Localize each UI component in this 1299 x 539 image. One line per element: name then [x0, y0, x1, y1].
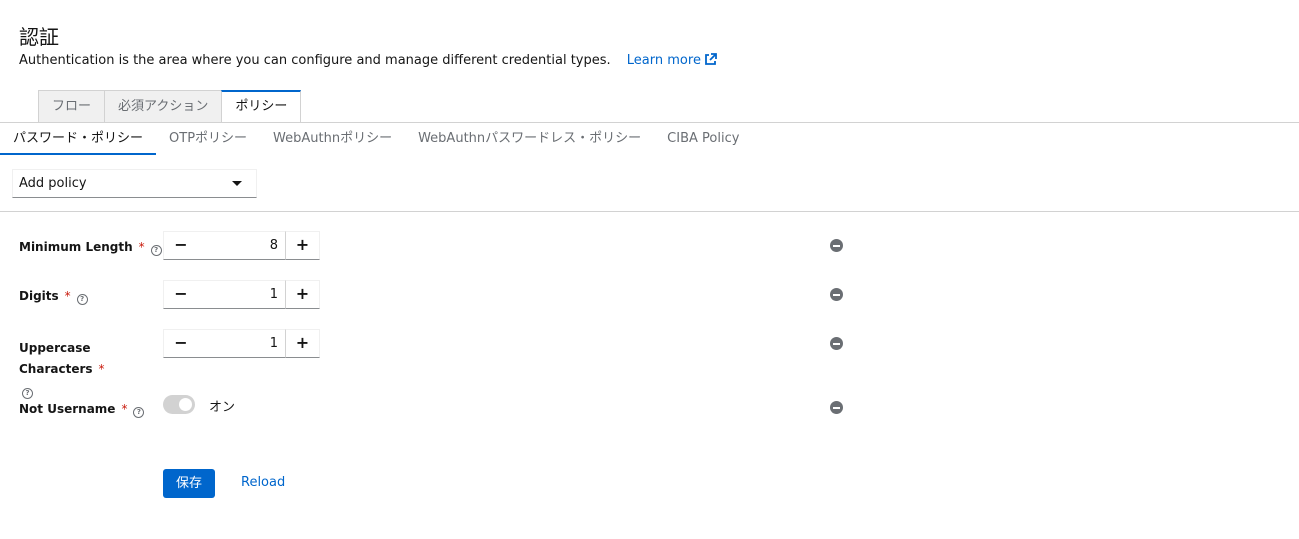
minimum-length-stepper: − 8 +	[163, 231, 320, 260]
tabs-divider	[0, 122, 1299, 123]
description-text: Authentication is the area where you can…	[19, 53, 611, 68]
uppercase-stepper: − 1 +	[163, 329, 320, 358]
minus-button[interactable]: −	[163, 329, 198, 358]
minus-button[interactable]: −	[163, 280, 198, 309]
required-marker: *	[138, 240, 145, 254]
required-marker: *	[64, 289, 71, 303]
minimum-length-input[interactable]: 8	[198, 231, 285, 260]
add-policy-label: Add policy	[19, 176, 87, 191]
remove-policy-icon[interactable]	[830, 239, 843, 252]
minus-button[interactable]: −	[163, 231, 198, 260]
digits-stepper: − 1 +	[163, 280, 320, 309]
toggle-state-label: オン	[209, 400, 236, 415]
page-title: 認証	[19, 25, 59, 49]
toggle-knob	[179, 398, 192, 411]
plus-button[interactable]: +	[285, 329, 320, 358]
not-username-text: Not Username	[19, 402, 116, 416]
digits-text: Digits	[19, 289, 59, 303]
main-tabs: フロー 必須アクション ポリシー	[38, 90, 302, 123]
tab-policies[interactable]: ポリシー	[221, 90, 302, 123]
section-divider	[0, 211, 1299, 212]
learn-more-link[interactable]: Learn more	[627, 53, 717, 68]
page-description: Authentication is the area where you can…	[19, 52, 717, 69]
required-marker: *	[121, 402, 128, 416]
plus-button[interactable]: +	[285, 280, 320, 309]
remove-policy-icon[interactable]	[830, 288, 843, 301]
uppercase-label: Uppercase Characters *?	[19, 338, 159, 401]
not-username-label: Not Username *?	[19, 402, 145, 418]
subtab-otp-policy[interactable]: OTPポリシー	[156, 126, 260, 155]
caret-down-icon	[232, 181, 242, 186]
subtab-ciba-policy[interactable]: CIBA Policy	[654, 126, 752, 155]
tab-required-actions[interactable]: 必須アクション	[104, 90, 222, 122]
remove-policy-icon[interactable]	[830, 401, 843, 414]
learn-more-label: Learn more	[626, 53, 701, 68]
external-link-icon	[705, 53, 717, 65]
subtab-webauthn-policy[interactable]: WebAuthnポリシー	[260, 126, 405, 155]
digits-input[interactable]: 1	[198, 280, 285, 309]
digits-label: Digits *?	[19, 289, 88, 305]
help-icon[interactable]: ?	[76, 294, 88, 305]
minimum-length-text: Minimum Length	[19, 240, 133, 254]
save-button[interactable]: 保存	[163, 469, 215, 498]
tab-flows[interactable]: フロー	[38, 90, 105, 122]
uppercase-input[interactable]: 1	[198, 329, 285, 358]
not-username-toggle[interactable]	[163, 395, 195, 414]
help-icon[interactable]: ?	[133, 407, 145, 418]
reload-button[interactable]: Reload	[241, 475, 285, 490]
subtab-webauthn-passwordless-policy[interactable]: WebAuthnパスワードレス・ポリシー	[405, 126, 654, 155]
minimum-length-label: Minimum Length *?	[19, 240, 162, 256]
help-icon[interactable]: ?	[150, 245, 162, 256]
subtab-password-policy[interactable]: パスワード・ポリシー	[0, 126, 157, 155]
remove-policy-icon[interactable]	[830, 337, 843, 350]
required-marker: *	[98, 362, 105, 376]
uppercase-text: Uppercase Characters	[19, 341, 93, 376]
plus-button[interactable]: +	[285, 231, 320, 260]
help-icon[interactable]: ?	[22, 388, 33, 399]
policy-sub-tabs: パスワード・ポリシー OTPポリシー WebAuthnポリシー WebAuthn…	[0, 126, 752, 155]
add-policy-select[interactable]: Add policy	[12, 169, 257, 198]
